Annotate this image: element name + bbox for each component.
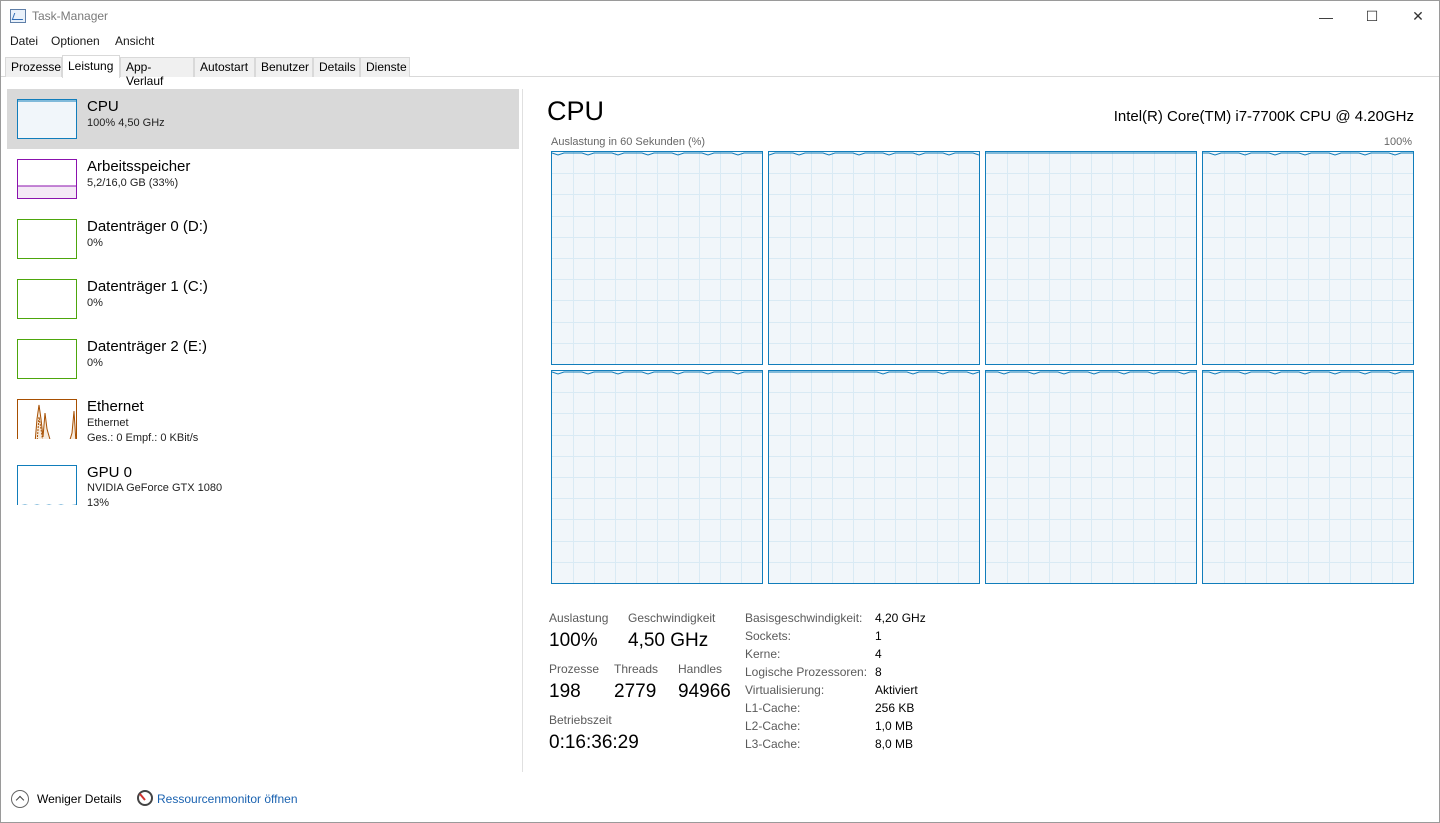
resource-item-disk-0[interactable]: Datenträger 0 (D:) 0% bbox=[7, 209, 519, 269]
tab-users[interactable]: Benutzer bbox=[255, 57, 313, 77]
resource-name: Datenträger 1 (C:) bbox=[87, 278, 208, 295]
spec-value-virtualization: Aktiviert bbox=[875, 683, 918, 697]
chevron-up-icon[interactable] bbox=[11, 790, 29, 808]
logical-processor-graph-1 bbox=[768, 151, 980, 365]
handles-value: 94966 bbox=[678, 681, 731, 702]
window-title: Task-Manager bbox=[32, 9, 109, 23]
tab-app-history[interactable]: App-Verlauf bbox=[120, 57, 194, 88]
spec-label-l1-cache: L1-Cache: bbox=[745, 701, 801, 715]
maximize-button[interactable]: ☐ bbox=[1349, 1, 1395, 32]
gpu-mini-graph bbox=[17, 465, 77, 505]
utilization-label: Auslastung bbox=[549, 611, 609, 625]
tab-processes[interactable]: Prozesse bbox=[5, 57, 62, 77]
logical-processor-graph-6 bbox=[985, 370, 1197, 584]
spec-value-l2-cache: 1,0 MB bbox=[875, 719, 914, 733]
resource-item-disk-1[interactable]: Datenträger 1 (C:) 0% bbox=[7, 269, 519, 329]
resource-item-cpu[interactable]: CPU 100% 4,50 GHz bbox=[7, 89, 519, 149]
logical-processor-graphs[interactable] bbox=[551, 151, 1415, 585]
resource-detail: 100% 4,50 GHz bbox=[87, 117, 165, 129]
tab-bar: Prozesse Leistung App-Verlauf Autostart … bbox=[1, 55, 1439, 88]
uptime-value: 0:16:36:29 bbox=[549, 732, 639, 753]
graph-caption: Auslastung in 60 Sekunden (%) bbox=[551, 136, 706, 148]
memory-mini-graph bbox=[17, 159, 77, 199]
menu-file[interactable]: Datei bbox=[10, 34, 38, 48]
logical-processor-graph-3 bbox=[1202, 151, 1414, 365]
speed-label: Geschwindigkeit bbox=[628, 611, 716, 625]
menu-options[interactable]: Optionen bbox=[51, 34, 100, 48]
detail-heading: CPU bbox=[547, 96, 605, 126]
utilization-value: 100% bbox=[549, 630, 598, 651]
resource-detail: NVIDIA GeForce GTX 1080 bbox=[87, 482, 223, 494]
resource-name: GPU 0 bbox=[87, 464, 133, 481]
tab-startup[interactable]: Autostart bbox=[194, 57, 255, 77]
spec-label-virtualization: Virtualisierung: bbox=[745, 683, 825, 697]
graph-max-label: 100% bbox=[1383, 136, 1412, 148]
resource-detail: 0% bbox=[87, 297, 103, 309]
open-resource-monitor-link[interactable]: Ressourcenmonitor öffnen bbox=[157, 792, 298, 806]
spec-label-l2-cache: L2-Cache: bbox=[745, 719, 801, 733]
task-manager-window: Task-Manager — ☐ ✕ Datei Optionen Ansich… bbox=[0, 0, 1440, 823]
resource-name: Ethernet bbox=[87, 398, 144, 415]
fewer-details-link[interactable]: Weniger Details bbox=[37, 792, 121, 806]
resource-item-memory[interactable]: Arbeitsspeicher 5,2/16,0 GB (33%) bbox=[7, 149, 519, 209]
spec-label-cores: Kerne: bbox=[745, 647, 781, 661]
threads-value: 2779 bbox=[614, 681, 657, 702]
resource-utilization: 13% bbox=[87, 497, 110, 509]
disk-2-mini-graph bbox=[17, 339, 77, 379]
resource-detail: Ethernet bbox=[87, 417, 129, 429]
spec-label-l3-cache: L3-Cache: bbox=[745, 737, 801, 751]
spec-value-sockets: 1 bbox=[875, 629, 882, 643]
resource-item-disk-2[interactable]: Datenträger 2 (E:) 0% bbox=[7, 329, 519, 389]
disk-0-mini-graph bbox=[17, 219, 77, 259]
resource-monitor-icon[interactable] bbox=[137, 790, 153, 806]
spec-value-base-speed: 4,20 GHz bbox=[875, 611, 926, 625]
logical-processor-graph-4 bbox=[551, 370, 763, 584]
resource-name: Arbeitsspeicher bbox=[87, 158, 191, 175]
resource-name: Datenträger 0 (D:) bbox=[87, 218, 208, 235]
menu-bar: Datei Optionen Ansicht bbox=[1, 32, 1439, 52]
title-bar: Task-Manager — ☐ ✕ bbox=[1, 1, 1439, 32]
spec-label-logical-processors: Logische Prozessoren: bbox=[745, 665, 868, 679]
resource-item-ethernet[interactable]: Ethernet Ethernet Ges.: 0 Empf.: 0 KBit/… bbox=[7, 389, 519, 449]
footer-bar: Weniger Details Ressourcenmonitor öffnen bbox=[1, 781, 1439, 817]
spec-value-logical-processors: 8 bbox=[875, 665, 882, 679]
resource-detail: 0% bbox=[87, 357, 103, 369]
processes-label: Prozesse bbox=[549, 662, 600, 676]
pane-divider[interactable] bbox=[522, 89, 523, 772]
tab-details[interactable]: Details bbox=[313, 57, 360, 77]
menu-view[interactable]: Ansicht bbox=[115, 34, 154, 48]
spec-value-l3-cache: 8,0 MB bbox=[875, 737, 914, 751]
minimize-button[interactable]: — bbox=[1303, 1, 1349, 32]
cpu-model-name: Intel(R) Core(TM) i7-7700K CPU @ 4.20GHz bbox=[1113, 108, 1414, 125]
spec-label-sockets: Sockets: bbox=[745, 629, 792, 643]
resource-item-gpu[interactable]: GPU 0 NVIDIA GeForce GTX 1080 13% bbox=[7, 455, 519, 515]
tab-performance[interactable]: Leistung bbox=[62, 55, 120, 78]
logical-processor-graph-5 bbox=[768, 370, 980, 584]
task-manager-icon bbox=[10, 9, 26, 23]
logical-processor-graph-2 bbox=[985, 151, 1197, 365]
resource-throughput: Ges.: 0 Empf.: 0 KBit/s bbox=[87, 432, 199, 444]
logical-processor-graph-7 bbox=[1202, 370, 1414, 584]
resource-list: CPU 100% 4,50 GHz Arbeitsspeicher 5,2/16… bbox=[1, 78, 523, 772]
tab-services[interactable]: Dienste bbox=[360, 57, 410, 77]
threads-label: Threads bbox=[614, 662, 659, 676]
ethernet-mini-graph bbox=[17, 399, 77, 439]
speed-value: 4,50 GHz bbox=[628, 630, 709, 651]
close-button[interactable]: ✕ bbox=[1395, 1, 1440, 32]
spec-value-cores: 4 bbox=[875, 647, 882, 661]
handles-label: Handles bbox=[678, 662, 723, 676]
spec-label-base-speed: Basisgeschwindigkeit: bbox=[745, 611, 863, 625]
processes-value: 198 bbox=[549, 681, 581, 702]
disk-1-mini-graph bbox=[17, 279, 77, 319]
resource-name: Datenträger 2 (E:) bbox=[87, 338, 208, 355]
spec-value-l1-cache: 256 KB bbox=[875, 701, 915, 715]
uptime-label: Betriebszeit bbox=[549, 713, 612, 727]
logical-processor-graph-0 bbox=[551, 151, 763, 365]
resource-detail: 5,2/16,0 GB (33%) bbox=[87, 177, 179, 189]
resource-detail: 0% bbox=[87, 237, 103, 249]
cpu-mini-graph bbox=[17, 99, 77, 139]
resource-name: CPU bbox=[87, 98, 119, 115]
